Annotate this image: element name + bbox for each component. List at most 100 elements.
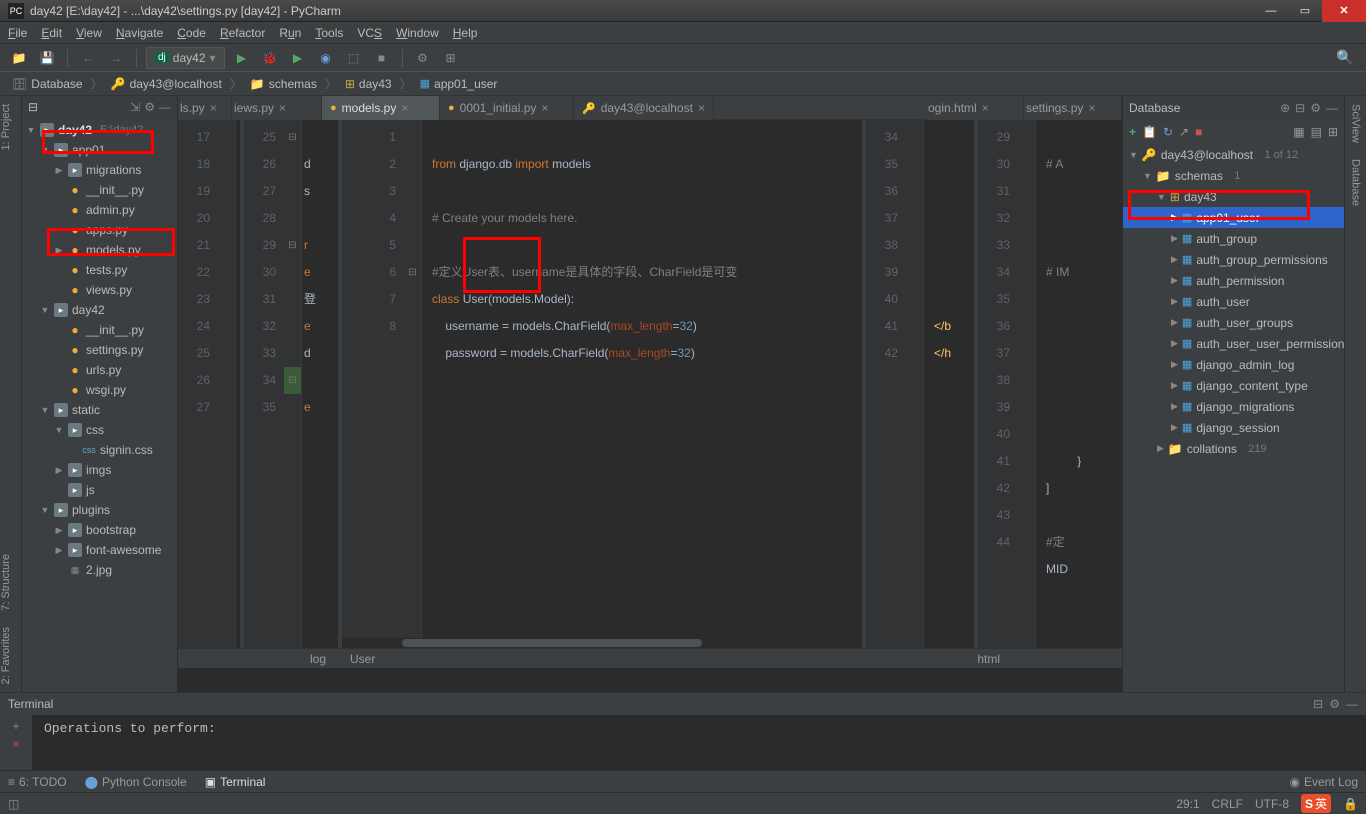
editor-tab[interactable]: ●0001_initial.py× — [440, 96, 574, 120]
run-icon[interactable]: ▶ — [231, 47, 253, 69]
close-button[interactable]: ✕ — [1322, 0, 1366, 22]
close-icon[interactable]: × — [982, 101, 989, 115]
tree-plugins[interactable]: ▼▸plugins — [22, 500, 177, 520]
attach-icon[interactable]: ⬚ — [343, 47, 365, 69]
menu-refactor[interactable]: Refactor — [220, 26, 265, 40]
more-icon[interactable]: ⊞ — [1328, 125, 1338, 139]
gear-icon[interactable]: ⚙ — [1329, 697, 1340, 711]
view-mode-icon[interactable]: ▦ — [1293, 125, 1304, 139]
editor-tab[interactable]: ls.py× — [178, 96, 232, 120]
breadcrumb-table[interactable]: ▦app01_user — [416, 77, 502, 91]
save-icon[interactable]: 💾 — [36, 47, 58, 69]
tab-database[interactable]: Database — [1350, 151, 1362, 214]
tree-day42-folder[interactable]: ▼▸day42 — [22, 300, 177, 320]
database-tree[interactable]: ▼🔑day43@localhost 1 of 12 ▼📁schemas 1 ▼⊞… — [1123, 144, 1344, 692]
event-log[interactable]: ◉Event Log — [1289, 775, 1358, 789]
new-session-icon[interactable]: + — [12, 719, 19, 733]
editor-split-1[interactable]: 1718192021222324252627 — [178, 120, 240, 668]
crumb-4[interactable]: html — [965, 652, 1012, 666]
hide-icon[interactable]: — — [1326, 101, 1338, 115]
db-connection[interactable]: ▼🔑day43@localhost 1 of 12 — [1123, 144, 1344, 165]
close-session-icon[interactable]: × — [12, 737, 19, 751]
breadcrumb-schema[interactable]: ⊞day43 — [341, 77, 396, 91]
editor-tab[interactable]: 🔑day43@localhost× — [574, 96, 714, 120]
tab-python-console[interactable]: ⬤Python Console — [85, 775, 187, 789]
tree-file[interactable]: ●tests.py — [22, 260, 177, 280]
db-table[interactable]: ▶▦auth_group — [1123, 228, 1344, 249]
tree-file[interactable]: ●admin.py — [22, 200, 177, 220]
editor-tab[interactable]: iews.py× — [232, 96, 322, 120]
menu-run[interactable]: Run — [279, 26, 301, 40]
back-icon[interactable]: ← — [77, 47, 99, 69]
tree-file[interactable]: ●apps.py — [22, 220, 177, 240]
tree-css[interactable]: ▼▸css — [22, 420, 177, 440]
gear-icon[interactable]: ⚙ — [144, 100, 155, 114]
menu-tools[interactable]: Tools — [315, 26, 343, 40]
editor-code[interactable]: # A # IM } ] #定 MID — [1036, 120, 1122, 668]
tab-todo[interactable]: ≡6: TODO — [8, 775, 67, 789]
resize-icon[interactable]: ⊟ — [1295, 101, 1305, 115]
crumb-1[interactable]: log — [178, 652, 338, 666]
db-table[interactable]: ▶▦django_content_type — [1123, 375, 1344, 396]
add-datasource-icon[interactable]: + — [1129, 125, 1136, 139]
encoding[interactable]: UTF-8 — [1255, 797, 1289, 811]
search-icon[interactable]: 🔍 — [1334, 47, 1356, 69]
hide-icon[interactable]: — — [1346, 697, 1358, 711]
tab-terminal[interactable]: ▣Terminal — [205, 775, 266, 789]
editor-tab[interactable]: ogin.html× — [926, 96, 1024, 120]
tree-file[interactable]: ●__init__.py — [22, 320, 177, 340]
menu-code[interactable]: Code — [177, 26, 206, 40]
tree-file[interactable]: ●settings.py — [22, 340, 177, 360]
editor-split-4[interactable]: 343536373839404142 </b </h — [866, 120, 974, 668]
tree-file[interactable]: csssignin.css — [22, 440, 177, 460]
debug-icon[interactable]: 🐞 — [259, 47, 281, 69]
minimize-button[interactable]: — — [1254, 0, 1288, 22]
breadcrumb-schemas[interactable]: 📁schemas — [246, 77, 321, 91]
tree-fontawesome[interactable]: ▶▸font-awesome — [22, 540, 177, 560]
tab-sciview[interactable]: SciView — [1350, 96, 1362, 151]
db-table[interactable]: ▶▦django_session — [1123, 417, 1344, 438]
tree-bootstrap[interactable]: ▶▸bootstrap — [22, 520, 177, 540]
filter-icon[interactable]: ▤ — [1311, 125, 1322, 139]
disconnect-icon[interactable]: ■ — [1195, 125, 1202, 139]
vcs-icon[interactable]: ⚙ — [412, 47, 434, 69]
close-icon[interactable]: × — [279, 101, 286, 115]
coverage-icon[interactable]: ▶ — [287, 47, 309, 69]
profile-icon[interactable]: ◉ — [315, 47, 337, 69]
tree-project-root[interactable]: ▼▸day42E:\day42 — [22, 120, 177, 140]
open-icon[interactable]: 📁 — [8, 47, 30, 69]
menu-help[interactable]: Help — [453, 26, 478, 40]
db-table[interactable]: ▶▦django_migrations — [1123, 396, 1344, 417]
editor-tab-models[interactable]: ●models.py× — [322, 96, 440, 120]
copy-icon[interactable]: 📋 — [1142, 125, 1157, 139]
close-icon[interactable]: × — [1088, 101, 1095, 115]
refresh-icon[interactable]: ↻ — [1163, 125, 1173, 139]
tree-static[interactable]: ▼▸static — [22, 400, 177, 420]
db-collations[interactable]: ▶📁collations 219 — [1123, 438, 1344, 459]
db-table[interactable]: ▶▦auth_group_permissions — [1123, 249, 1344, 270]
crumb-3[interactable]: User — [338, 652, 618, 666]
transaction-icon[interactable]: ↗ — [1179, 125, 1189, 139]
run-config-dropdown[interactable]: dj day42 ▾ — [146, 47, 225, 69]
resize-icon[interactable]: ⊟ — [1313, 697, 1323, 711]
tree-js[interactable]: ▸js — [22, 480, 177, 500]
terminal-output[interactable]: Operations to perform: — [32, 715, 1366, 770]
editor-split-3[interactable]: 12345678 ⊟ from django.db import models … — [342, 120, 862, 668]
tree-file[interactable]: ●urls.py — [22, 360, 177, 380]
db-table[interactable]: ▶▦app01_user — [1123, 207, 1344, 228]
tree-migrations[interactable]: ▶▸migrations — [22, 160, 177, 180]
menu-window[interactable]: Window — [396, 26, 439, 40]
close-icon[interactable]: × — [698, 101, 705, 115]
tree-file[interactable]: ●wsgi.py — [22, 380, 177, 400]
tree-app01[interactable]: ▼▸app01 — [22, 140, 177, 160]
editor-split-5[interactable]: 29303132333435363738394041424344 # A # I… — [978, 120, 1122, 668]
tab-structure[interactable]: 7: Structure — [0, 546, 21, 619]
db-table[interactable]: ▶▦auth_user_user_permissions — [1123, 333, 1344, 354]
status-left-icon[interactable]: ◫ — [8, 797, 19, 811]
tab-favorites[interactable]: 2: Favorites — [0, 619, 21, 692]
structure-icon[interactable]: ⊞ — [440, 47, 462, 69]
db-schemas[interactable]: ▼📁schemas 1 — [1123, 165, 1344, 186]
menu-view[interactable]: View — [76, 26, 102, 40]
ime-indicator[interactable]: S英 — [1301, 794, 1331, 813]
editor-code[interactable]: d s r e 登 e d e — [302, 120, 338, 668]
